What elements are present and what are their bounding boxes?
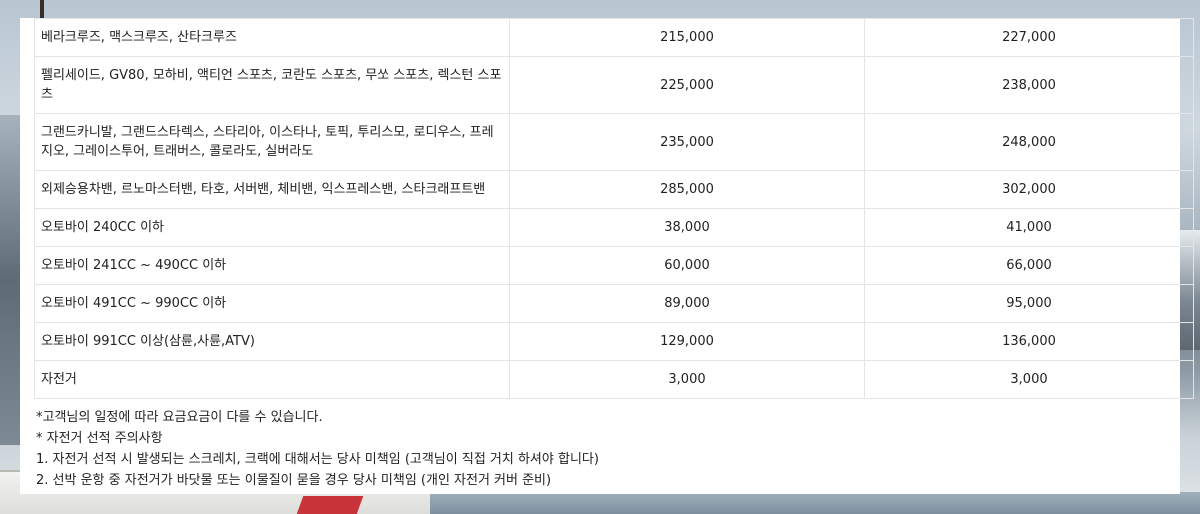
note-line: 2. 선박 운항 중 자전거가 바닷물 또는 이물질이 묻을 경우 당사 미책임… [36,473,552,488]
table-row: 베라크루즈, 맥스크루즈, 산타크루즈 215,000 227,000 [34,18,1194,57]
vehicle-name-cell: 오토바이 491CC ~ 990CC 이하 [34,284,510,323]
price-cell-2: 3,000 [864,360,1194,399]
vehicle-name-cell: 베라크루즈, 맥스크루즈, 산타크루즈 [34,18,510,57]
note-line: 1. 자전거 선적 시 발생되는 스크레치, 크랙에 대해서는 당사 미책임 (… [36,452,599,467]
price-cell-1: 3,000 [509,360,865,399]
vehicle-name-cell: 오토바이 241CC ~ 490CC 이하 [34,246,510,285]
background-sea [430,492,1200,514]
background-pole [40,0,44,20]
table-row: 오토바이 240CC 이하 38,000 41,000 [34,208,1194,247]
price-cell-1: 129,000 [509,322,865,361]
price-cell-1: 215,000 [509,18,865,57]
vehicle-name-cell: 펠리세이드, GV80, 모하비, 액티언 스포츠, 코란도 스포츠, 무쏘 스… [34,56,510,114]
vehicle-name-cell: 자전거 [34,360,510,399]
table-row: 그랜드카니발, 그랜드스타렉스, 스타리아, 이스타나, 토픽, 투리스모, 로… [34,113,1194,171]
table-row: 오토바이 241CC ~ 490CC 이하 60,000 66,000 [34,246,1194,285]
notes-section: *고객님의 일정에 따라 요금요금이 다를 수 있습니다. * 자전거 선적 주의… [34,407,1166,491]
price-cell-2: 95,000 [864,284,1194,323]
price-cell-2: 302,000 [864,170,1194,209]
price-cell-1: 235,000 [509,113,865,171]
price-cell-1: 60,000 [509,246,865,285]
content-panel: 베라크루즈, 맥스크루즈, 산타크루즈 215,000 227,000 펠리세이드, … [20,18,1194,494]
price-cell-2: 238,000 [864,56,1194,114]
table-row: 자전거 3,000 3,000 [34,360,1194,399]
price-cell-1: 285,000 [509,170,865,209]
price-table-body: 베라크루즈, 맥스크루즈, 산타크루즈 215,000 227,000 펠리세이드, … [34,18,1194,399]
table-row: 펠리세이드, GV80, 모하비, 액티언 스포츠, 코란도 스포츠, 무쏘 스… [34,56,1194,114]
price-cell-1: 225,000 [509,56,865,114]
table-row: 오토바이 991CC 이상(삼륜,사륜,ATV) 129,000 136,000 [34,322,1194,361]
table-row: 외제승용차밴, 르노마스터밴, 타호, 서버밴, 체비밴, 익스프레스밴, 스타… [34,170,1194,209]
vehicle-name-cell: 오토바이 240CC 이하 [34,208,510,247]
vehicle-name-cell: 외제승용차밴, 르노마스터밴, 타호, 서버밴, 체비밴, 익스프레스밴, 스타… [34,170,510,209]
price-cell-2: 41,000 [864,208,1194,247]
table-row: 오토바이 491CC ~ 990CC 이하 89,000 95,000 [34,284,1194,323]
vehicle-name-cell: 오토바이 991CC 이상(삼륜,사륜,ATV) [34,322,510,361]
price-cell-1: 89,000 [509,284,865,323]
vehicle-name-cell: 그랜드카니발, 그랜드스타렉스, 스타리아, 이스타나, 토픽, 투리스모, 로… [34,113,510,171]
price-cell-2: 248,000 [864,113,1194,171]
note-line: *고객님의 일정에 따라 요금요금이 다를 수 있습니다. [36,410,323,425]
price-cell-2: 136,000 [864,322,1194,361]
note-line: * 자전거 선적 주의사항 [36,431,163,446]
price-cell-2: 227,000 [864,18,1194,57]
price-cell-2: 66,000 [864,246,1194,285]
background-flag [296,496,364,514]
price-cell-1: 38,000 [509,208,865,247]
price-table: 베라크루즈, 맥스크루즈, 산타크루즈 215,000 227,000 펠리세이드, … [34,18,1194,399]
